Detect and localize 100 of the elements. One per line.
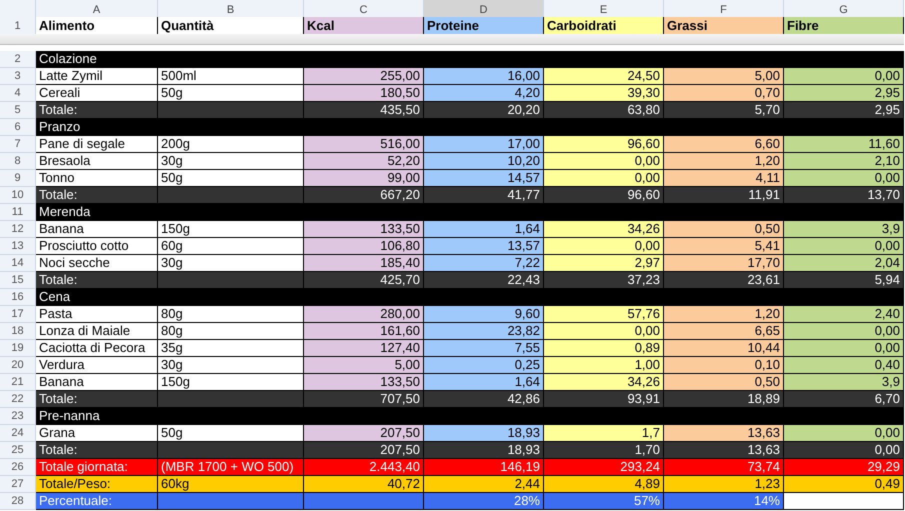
table-cell: 13,70 (784, 187, 904, 204)
row-header[interactable]: 13 (0, 238, 36, 255)
table-cell: 20,20 (424, 102, 544, 119)
row-header[interactable]: 4 (0, 85, 36, 102)
table-cell: 106,80 (304, 238, 424, 255)
table-cell: 0,89 (544, 340, 664, 357)
row-header[interactable]: 24 (0, 425, 36, 442)
row-header[interactable]: 2 (0, 51, 36, 68)
table-cell: 1,64 (424, 221, 544, 238)
table-cell: Verdura (36, 357, 158, 374)
table-cell: 425,70 (304, 272, 424, 289)
table-cell: Totale/Peso: (36, 476, 158, 493)
table-cell: 1,00 (544, 357, 664, 374)
row-header[interactable]: 23 (0, 408, 36, 425)
row-header[interactable]: 18 (0, 323, 36, 340)
row-header[interactable]: 20 (0, 357, 36, 374)
table-cell: 34,26 (544, 374, 664, 391)
table-cell: 50g (158, 170, 304, 187)
table-cell: Totale: (36, 272, 158, 289)
table-cell: 23,82 (424, 323, 544, 340)
table-cell: 22,43 (424, 272, 544, 289)
row-header[interactable]: 28 (0, 493, 36, 510)
row-header[interactable]: 26 (0, 459, 36, 476)
table-cell: 29,29 (784, 459, 904, 476)
table-cell: Latte Zymil (36, 68, 158, 85)
table-cell: 96,60 (544, 187, 664, 204)
table-cell: 0,00 (784, 442, 904, 459)
row-header[interactable]: 9 (0, 170, 36, 187)
table-cell: 17,00 (424, 136, 544, 153)
table-cell: 255,00 (304, 68, 424, 85)
table-cell: 2,44 (424, 476, 544, 493)
table-cell: 30g (158, 153, 304, 170)
row-header[interactable]: 17 (0, 306, 36, 323)
table-cell: 667,20 (304, 187, 424, 204)
row-header[interactable]: 6 (0, 119, 36, 136)
table-cell: 133,50 (304, 221, 424, 238)
table-cell: Caciotta di Pecora (36, 340, 158, 357)
table-cell: 11,60 (784, 136, 904, 153)
table-cell: 6,70 (784, 391, 904, 408)
row-header[interactable]: 10 (0, 187, 36, 204)
table-cell: 80g (158, 306, 304, 323)
table-cell: 0,50 (664, 374, 784, 391)
table-cell: 93,91 (544, 391, 664, 408)
table-cell: 3,9 (784, 374, 904, 391)
table-cell: 1,20 (664, 153, 784, 170)
table-cell: 1,7 (544, 425, 664, 442)
table-cell: Tonno (36, 170, 158, 187)
table-cell: 42,86 (424, 391, 544, 408)
table-cell: 435,50 (304, 102, 424, 119)
row-header[interactable]: 21 (0, 374, 36, 391)
table-cell: 0,49 (784, 476, 904, 493)
table-cell: 2,95 (784, 85, 904, 102)
table-cell: 2,95 (784, 102, 904, 119)
table-cell: 14,57 (424, 170, 544, 187)
table-cell: Totale giornata: (36, 459, 158, 476)
table-cell: 0,00 (784, 425, 904, 442)
table-cell: 0,00 (544, 153, 664, 170)
table-cell: Banana (36, 374, 158, 391)
table-cell: 18,93 (424, 442, 544, 459)
table-cell: 2,10 (784, 153, 904, 170)
table-cell: 73,74 (664, 459, 784, 476)
table-cell: 35g (158, 340, 304, 357)
table-cell: 0,00 (784, 170, 904, 187)
table-cell: 6,60 (664, 136, 784, 153)
table-cell: 14% (664, 493, 784, 510)
row-header[interactable]: 3 (0, 68, 36, 85)
row-header[interactable]: 27 (0, 476, 36, 493)
row-header[interactable]: 14 (0, 255, 36, 272)
table-cell: 37,23 (544, 272, 664, 289)
row-header[interactable]: 5 (0, 102, 36, 119)
table-cell: Lonza di Maiale (36, 323, 158, 340)
freeze-bar[interactable] (0, 34, 904, 45)
table-cell: 185,40 (304, 255, 424, 272)
table-cell: 5,00 (664, 68, 784, 85)
row-header[interactable]: 12 (0, 221, 36, 238)
row-header[interactable]: 11 (0, 204, 36, 221)
table-cell: 52,20 (304, 153, 424, 170)
row-header[interactable]: 7 (0, 136, 36, 153)
table-cell: 7,55 (424, 340, 544, 357)
table-cell: 500ml (158, 68, 304, 85)
table-cell: 80g (158, 323, 304, 340)
row-header[interactable]: 16 (0, 289, 36, 306)
table-cell: (MBR 1700 + WO 500) (158, 459, 304, 476)
row-header[interactable]: 22 (0, 391, 36, 408)
table-cell: 4,89 (544, 476, 664, 493)
table-cell: 13,63 (664, 425, 784, 442)
table-cell: 1,64 (424, 374, 544, 391)
table-cell: 150g (158, 374, 304, 391)
table-cell: 1,70 (544, 442, 664, 459)
table-cell: 60g (158, 238, 304, 255)
table-cell: 96,60 (544, 136, 664, 153)
row-header[interactable]: 15 (0, 272, 36, 289)
table-cell: 99,00 (304, 170, 424, 187)
table-cell: 9,60 (424, 306, 544, 323)
row-header[interactable]: 8 (0, 153, 36, 170)
table-cell: 0,25 (424, 357, 544, 374)
table-cell: 0,00 (784, 68, 904, 85)
row-header[interactable]: 25 (0, 442, 36, 459)
table-cell: 150g (158, 221, 304, 238)
row-header[interactable]: 19 (0, 340, 36, 357)
